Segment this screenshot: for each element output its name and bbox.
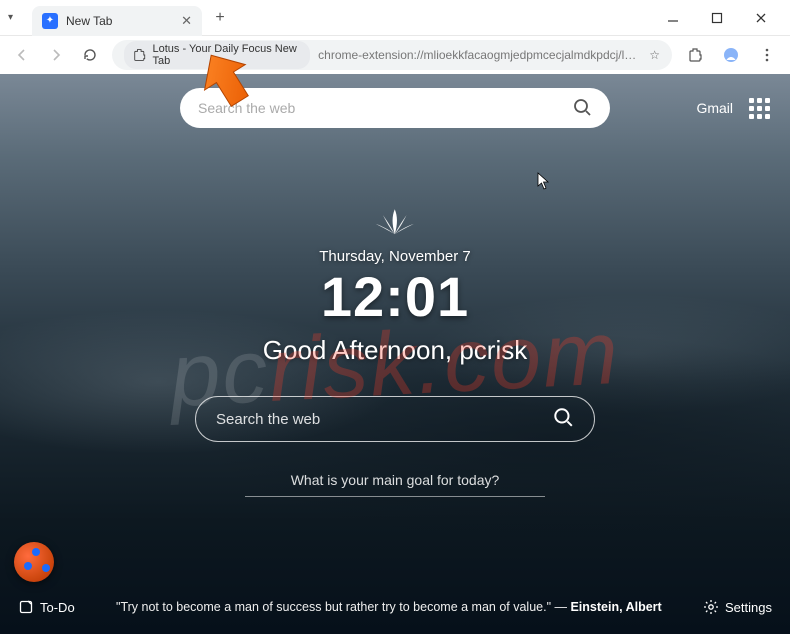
tab-favicon-icon: ✦ — [42, 13, 58, 29]
gear-icon — [703, 599, 719, 615]
gmail-link[interactable]: Gmail — [696, 100, 733, 116]
quote-author: Einstein, Albert — [570, 600, 661, 614]
settings-label: Settings — [725, 600, 772, 615]
settings-button[interactable]: Settings — [703, 599, 772, 615]
browser-titlebar: ▾ ✦ New Tab ✕ + — [0, 0, 790, 36]
todo-icon — [18, 599, 34, 615]
browser-tab[interactable]: ✦ New Tab ✕ — [32, 6, 202, 36]
tab-search-dropdown[interactable]: ▾ — [8, 12, 28, 23]
apps-grid-icon[interactable] — [749, 98, 770, 119]
kebab-menu-button[interactable] — [754, 42, 780, 68]
browser-toolbar: Lotus - Your Daily Focus New Tab chrome-… — [0, 36, 790, 74]
extensions-button[interactable] — [682, 42, 708, 68]
bottom-bar: To-Do "Try not to become a man of succes… — [0, 580, 790, 634]
profile-button[interactable] — [718, 42, 744, 68]
close-tab-icon[interactable]: ✕ — [181, 13, 192, 29]
tab-title: New Tab — [66, 14, 112, 28]
goal-input[interactable] — [245, 472, 545, 488]
time-text: 12:01 — [321, 269, 469, 325]
site-info-chip[interactable]: Lotus - Your Daily Focus New Tab — [124, 41, 310, 69]
bookmark-star-icon[interactable]: ☆ — [649, 48, 660, 62]
url-text: chrome-extension://mlioekkfacaogmjedpmce… — [318, 48, 641, 62]
top-row: Gmail — [0, 88, 790, 128]
reload-button[interactable] — [78, 43, 102, 67]
main-search-bar[interactable] — [195, 396, 595, 442]
quote-text: "Try not to become a man of success but … — [89, 600, 689, 614]
center-stack: Thursday, November 7 12:01 Good Afternoo… — [263, 204, 527, 366]
todo-button[interactable]: To-Do — [18, 599, 75, 615]
greeting-text: Good Afternoon, pcrisk — [263, 335, 527, 366]
quote-body: "Try not to become a man of success but … — [116, 600, 570, 614]
search-icon[interactable] — [552, 406, 574, 433]
todo-label: To-Do — [40, 600, 75, 615]
maximize-button[interactable] — [702, 4, 732, 32]
minimize-button[interactable] — [658, 4, 688, 32]
mouse-cursor-icon — [537, 172, 551, 193]
address-bar[interactable]: Lotus - Your Daily Focus New Tab chrome-… — [112, 40, 672, 70]
extension-icon — [132, 47, 147, 63]
main-search-input[interactable] — [216, 411, 552, 428]
close-window-button[interactable] — [746, 4, 776, 32]
date-text: Thursday, November 7 — [319, 248, 470, 265]
lotus-logo-icon — [373, 204, 417, 238]
goal-input-row[interactable] — [245, 472, 545, 497]
forward-button[interactable] — [44, 43, 68, 67]
search-icon[interactable] — [572, 97, 592, 120]
new-tab-button[interactable]: + — [208, 6, 232, 30]
top-search-input[interactable] — [198, 100, 572, 116]
newtab-content: Gmail Thursday, November 7 12:01 Good Af… — [0, 74, 790, 634]
window-controls — [658, 4, 782, 32]
assistant-bubble-button[interactable] — [14, 542, 54, 582]
site-name: Lotus - Your Daily Focus New Tab — [153, 43, 303, 67]
back-button[interactable] — [10, 43, 34, 67]
top-search-pill[interactable] — [180, 88, 610, 128]
